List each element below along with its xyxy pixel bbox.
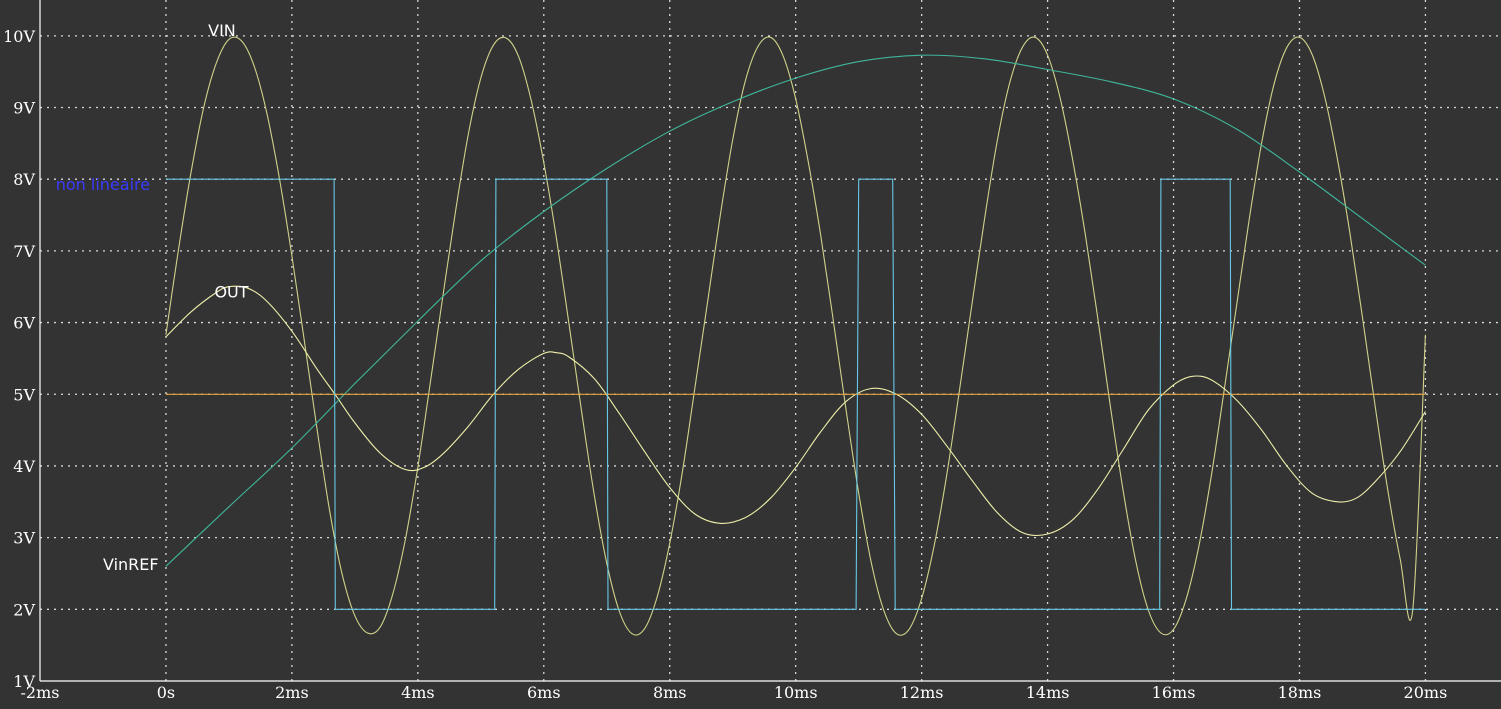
y-tick-label-1v: 1V — [13, 672, 35, 691]
x-tick-label-14ms: 14ms — [1026, 683, 1070, 702]
x-tick-label-4ms: 4ms — [401, 683, 435, 702]
y-tick-label-10v: 10V — [3, 27, 35, 46]
x-tick-label-18ms: 18ms — [1278, 683, 1322, 702]
y-tick-label-4v: 4V — [13, 457, 35, 476]
trace-label-out: OUT — [214, 282, 248, 301]
y-tick-label-2v: 2V — [13, 600, 35, 619]
x-tick-label-20ms: 20ms — [1404, 683, 1448, 702]
x-tick-label-10ms: 10ms — [774, 683, 818, 702]
annotation-non-lineaire: non lineaire — [56, 175, 150, 194]
y-tick-label-6v: 6V — [13, 314, 35, 333]
y-tick-label-7v: 7V — [13, 242, 35, 261]
x-tick-label-16ms: 16ms — [1152, 683, 1196, 702]
x-tick-label-6ms: 6ms — [527, 683, 561, 702]
oscilloscope-plot: -2ms 0s 2ms 4ms 6ms 8ms 10ms 12ms 14ms 16ms 18ms 20… — [0, 0, 1501, 709]
trace-label-vin: VIN — [208, 21, 236, 40]
trace-label-vinref: VinREF — [103, 555, 159, 574]
x-tick-label-0s: 0s — [157, 683, 175, 702]
y-tick-label-9v: 9V — [13, 99, 35, 118]
y-tick-label-5v: 5V — [13, 385, 35, 404]
y-tick-label-3v: 3V — [13, 529, 35, 548]
plot-background — [0, 0, 1501, 709]
x-tick-label-8ms: 8ms — [653, 683, 687, 702]
x-tick-label-2ms: 2ms — [275, 683, 309, 702]
y-tick-label-8v: 8V — [13, 170, 35, 189]
x-tick-label-12ms: 12ms — [900, 683, 944, 702]
